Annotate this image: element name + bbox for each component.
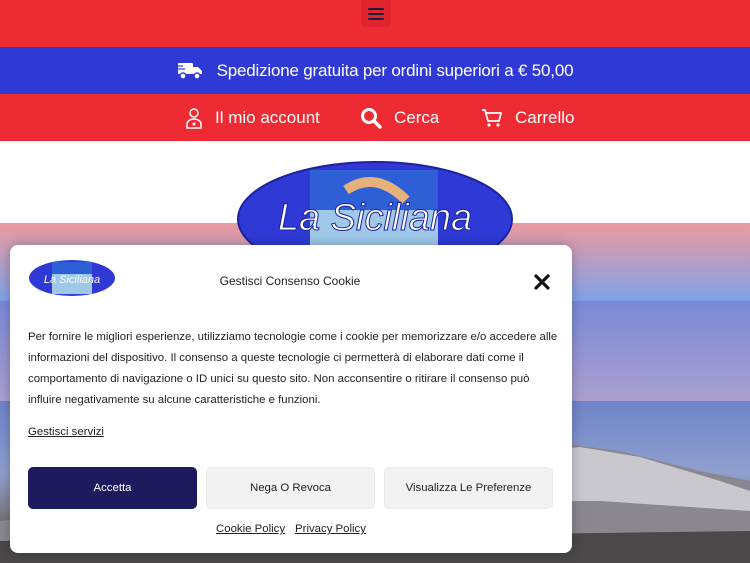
nav-bar: Il mio account Cerca Carrello [0,94,750,141]
nav-account[interactable]: Il mio account [185,94,320,141]
cookie-consent-dialog: La Siciliana Gestisci Consenso Cookie Pe… [10,245,572,553]
cart-icon [482,108,502,127]
privacy-policy-link[interactable]: Privacy Policy [295,523,366,535]
dialog-message: Per fornire le migliori esperienze, util… [28,331,558,406]
search-icon [361,107,382,129]
accept-button[interactable]: Accetta [28,467,197,509]
menu-toggle-button[interactable] [361,0,391,27]
close-icon[interactable] [532,272,552,292]
cookie-policy-link[interactable]: Cookie Policy [216,523,285,535]
nav-cart[interactable]: Carrello [481,94,575,141]
manage-services-link[interactable]: Gestisci servizi [28,426,104,438]
nav-search-label: Cerca [394,107,440,127]
deny-button[interactable]: Nega O Revoca [206,467,375,509]
dialog-logo: La Siciliana [29,260,115,296]
dialog-logo-text: La Siciliana [44,274,100,286]
user-icon [186,107,202,129]
nav-account-label: Il mio account [215,107,320,127]
hamburger-icon-line [368,12,384,15]
hamburger-icon [368,7,384,10]
nav-search[interactable]: Cerca [360,94,439,141]
dialog-policy-links: Cookie Policy Privacy Policy [10,523,572,535]
shipping-banner: Spedizione gratuita per ordini superiori… [0,47,750,94]
nav-cart-label: Carrello [515,107,575,127]
view-preferences-button[interactable]: Visualizza Le Preferenze [384,467,553,509]
site-logo-text: La Siciliana [278,197,472,239]
shipping-banner-text: Spedizione gratuita per ordini superiori… [216,60,574,80]
hamburger-icon-line [368,17,384,20]
truck-icon [176,62,202,80]
top-bar [0,0,750,47]
dialog-title: Gestisci Consenso Cookie [219,274,361,288]
